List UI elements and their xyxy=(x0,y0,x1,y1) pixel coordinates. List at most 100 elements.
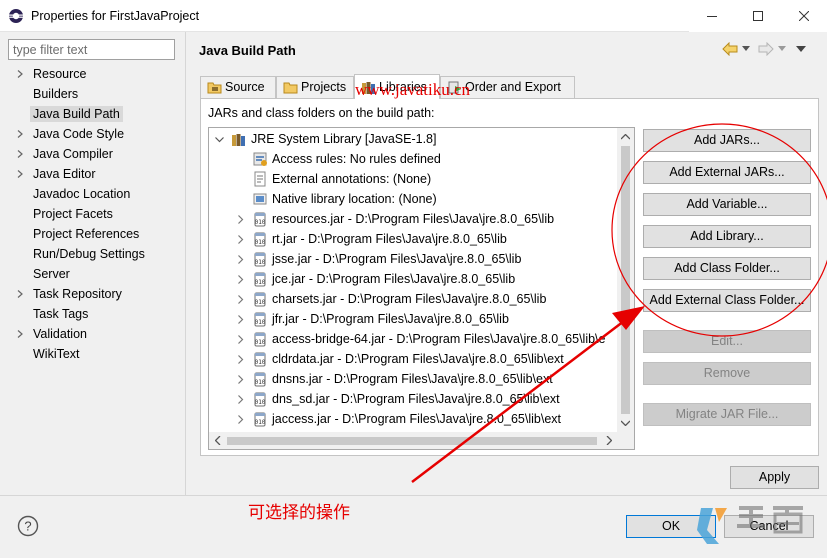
tab-source[interactable]: Source xyxy=(200,76,276,98)
tree-row[interactable]: 010 jce.jar - D:\Program Files\Java\jre.8… xyxy=(209,269,617,289)
apply-button[interactable]: Apply xyxy=(730,466,819,489)
nav-item[interactable]: Java Build Path xyxy=(0,104,185,124)
horizontal-scrollbar[interactable] xyxy=(209,432,634,449)
jar-icon: 010 xyxy=(254,212,266,227)
nav-item[interactable]: Project Facets xyxy=(0,204,185,224)
vertical-scrollbar[interactable] xyxy=(617,128,634,432)
back-arrow-icon xyxy=(722,42,738,56)
expand-arrow-icon[interactable] xyxy=(236,355,245,364)
scroll-down-button[interactable] xyxy=(617,415,633,431)
jar-icon: 010 xyxy=(254,352,266,367)
minimize-button[interactable] xyxy=(689,0,735,32)
tree-row[interactable]: 010 jsse.jar - D:\Program Files\Java\jre.… xyxy=(209,249,617,269)
tree-row[interactable]: External annotations: (None) xyxy=(209,169,617,189)
nav-item-label: Java Compiler xyxy=(33,147,113,161)
nav-item[interactable]: Task Repository xyxy=(0,284,185,304)
tree-row[interactable]: 010 cldrdata.jar - D:\Program Files\Java\… xyxy=(209,349,617,369)
add-class-folder-button[interactable]: Add Class Folder... xyxy=(643,257,811,280)
expand-arrow-icon[interactable] xyxy=(236,335,245,344)
forward-button[interactable] xyxy=(758,42,774,56)
edit-button[interactable]: Edit... xyxy=(643,330,811,353)
tab-label: Order and Export xyxy=(465,80,561,94)
add-variable-button[interactable]: Add Variable... xyxy=(643,193,811,216)
expand-arrow-icon[interactable] xyxy=(16,70,24,78)
expand-arrow-icon[interactable] xyxy=(16,330,24,338)
expand-arrow-icon[interactable] xyxy=(16,130,24,138)
history-nav xyxy=(722,42,806,56)
nav-item-label: Project References xyxy=(33,227,140,241)
remove-button[interactable]: Remove xyxy=(643,362,811,385)
filter-input[interactable] xyxy=(8,39,175,60)
svg-text:010: 010 xyxy=(255,399,266,406)
nav-item-label: WikiText xyxy=(33,347,80,361)
tree-row[interactable]: 010 jfr.jar - D:\Program Files\Java\jre.8… xyxy=(209,309,617,329)
nav-item[interactable]: Builders xyxy=(0,84,185,104)
tree-row[interactable]: 010 access-bridge-64.jar - D:\Program Fil… xyxy=(209,329,617,349)
tree-row[interactable]: 010 jaccess.jar - D:\Program Files\Java\j… xyxy=(209,409,617,429)
expand-arrow-icon[interactable] xyxy=(236,255,245,264)
jar-icon: 010 xyxy=(254,372,266,387)
nav-item[interactable]: Task Tags xyxy=(0,304,185,324)
nav-item-label: Run/Debug Settings xyxy=(33,247,145,261)
nav-item[interactable]: Resource xyxy=(0,64,185,84)
expand-arrow-icon[interactable] xyxy=(236,315,245,324)
expand-arrow-icon[interactable] xyxy=(16,290,24,298)
nav-item[interactable]: Server xyxy=(0,264,185,284)
back-button[interactable] xyxy=(722,42,738,56)
expand-arrow-icon[interactable] xyxy=(236,215,245,224)
expand-arrow-icon[interactable] xyxy=(236,375,245,384)
add-jars-button[interactable]: Add JARs... xyxy=(643,129,811,152)
jar-icon: 010 xyxy=(254,252,266,267)
add-external-jars-button[interactable]: Add External JARs... xyxy=(643,161,811,184)
scroll-up-button[interactable] xyxy=(617,129,633,145)
scroll-left-button[interactable] xyxy=(210,432,226,448)
tree-row[interactable]: 010 dnsns.jar - D:\Program Files\Java\jre… xyxy=(209,369,617,389)
annotation-caption: 可选择的操作 xyxy=(248,503,350,522)
close-icon xyxy=(799,11,809,21)
tab-projects[interactable]: Projects xyxy=(276,76,354,98)
view-menu-button[interactable] xyxy=(796,45,806,53)
chevron-right-icon xyxy=(606,435,612,445)
tree-row[interactable]: 010 resources.jar - D:\Program Files\Java… xyxy=(209,209,617,229)
maximize-button[interactable] xyxy=(735,0,781,32)
close-window-button[interactable] xyxy=(781,0,827,32)
jar-icon: 010 xyxy=(254,332,266,347)
collapse-arrow-icon[interactable] xyxy=(215,135,224,144)
expand-arrow-icon[interactable] xyxy=(236,415,245,424)
back-menu-button[interactable] xyxy=(742,46,750,52)
forward-menu-button[interactable] xyxy=(778,46,786,52)
pane-divider[interactable] xyxy=(185,32,186,495)
nav-item-label: Server xyxy=(33,267,70,281)
expand-arrow-icon[interactable] xyxy=(236,395,245,404)
nav-item[interactable]: Run/Debug Settings xyxy=(0,244,185,264)
nav-item[interactable]: Java Compiler xyxy=(0,144,185,164)
tree-row[interactable]: Native library location: (None) xyxy=(209,189,617,209)
expand-arrow-icon[interactable] xyxy=(236,275,245,284)
vertical-scroll-thumb[interactable] xyxy=(621,146,630,414)
expand-arrow-icon[interactable] xyxy=(16,150,24,158)
add-library-button[interactable]: Add Library... xyxy=(643,225,811,248)
jar-icon: 010 xyxy=(254,272,266,287)
nav-item[interactable]: Java Editor xyxy=(0,164,185,184)
tree-row[interactable]: JRE System Library [JavaSE-1.8] xyxy=(209,129,617,149)
chevron-down-icon xyxy=(778,46,786,51)
tree-row[interactable]: Access rules: No rules defined xyxy=(209,149,617,169)
nav-item[interactable]: WikiText xyxy=(0,344,185,364)
nav-item[interactable]: Java Code Style xyxy=(0,124,185,144)
scroll-right-button[interactable] xyxy=(601,432,617,448)
expand-arrow-icon[interactable] xyxy=(16,170,24,178)
nav-item[interactable]: Project References xyxy=(0,224,185,244)
expand-arrow-icon[interactable] xyxy=(236,235,245,244)
expand-arrow-icon[interactable] xyxy=(236,295,245,304)
tree-row[interactable]: 010 rt.jar - D:\Program Files\Java\jre.8.… xyxy=(209,229,617,249)
tree-row[interactable]: 010 charsets.jar - D:\Program Files\Java\… xyxy=(209,289,617,309)
help-icon[interactable]: ? xyxy=(17,515,39,537)
nav-item[interactable]: Validation xyxy=(0,324,185,344)
build-path-tree[interactable]: JRE System Library [JavaSE-1.8] Access ru… xyxy=(208,127,635,450)
horizontal-scroll-thumb[interactable] xyxy=(227,437,597,445)
migrate-jar-button[interactable]: Migrate JAR File... xyxy=(643,403,811,426)
tree-row[interactable]: 010 dns_sd.jar - D:\Program Files\Java\jr… xyxy=(209,389,617,409)
tree-row-label: dns_sd.jar - D:\Program Files\Java\jre.8… xyxy=(272,392,560,406)
nav-item[interactable]: Javadoc Location xyxy=(0,184,185,204)
add-external-class-folder-button[interactable]: Add External Class Folder... xyxy=(643,289,811,312)
